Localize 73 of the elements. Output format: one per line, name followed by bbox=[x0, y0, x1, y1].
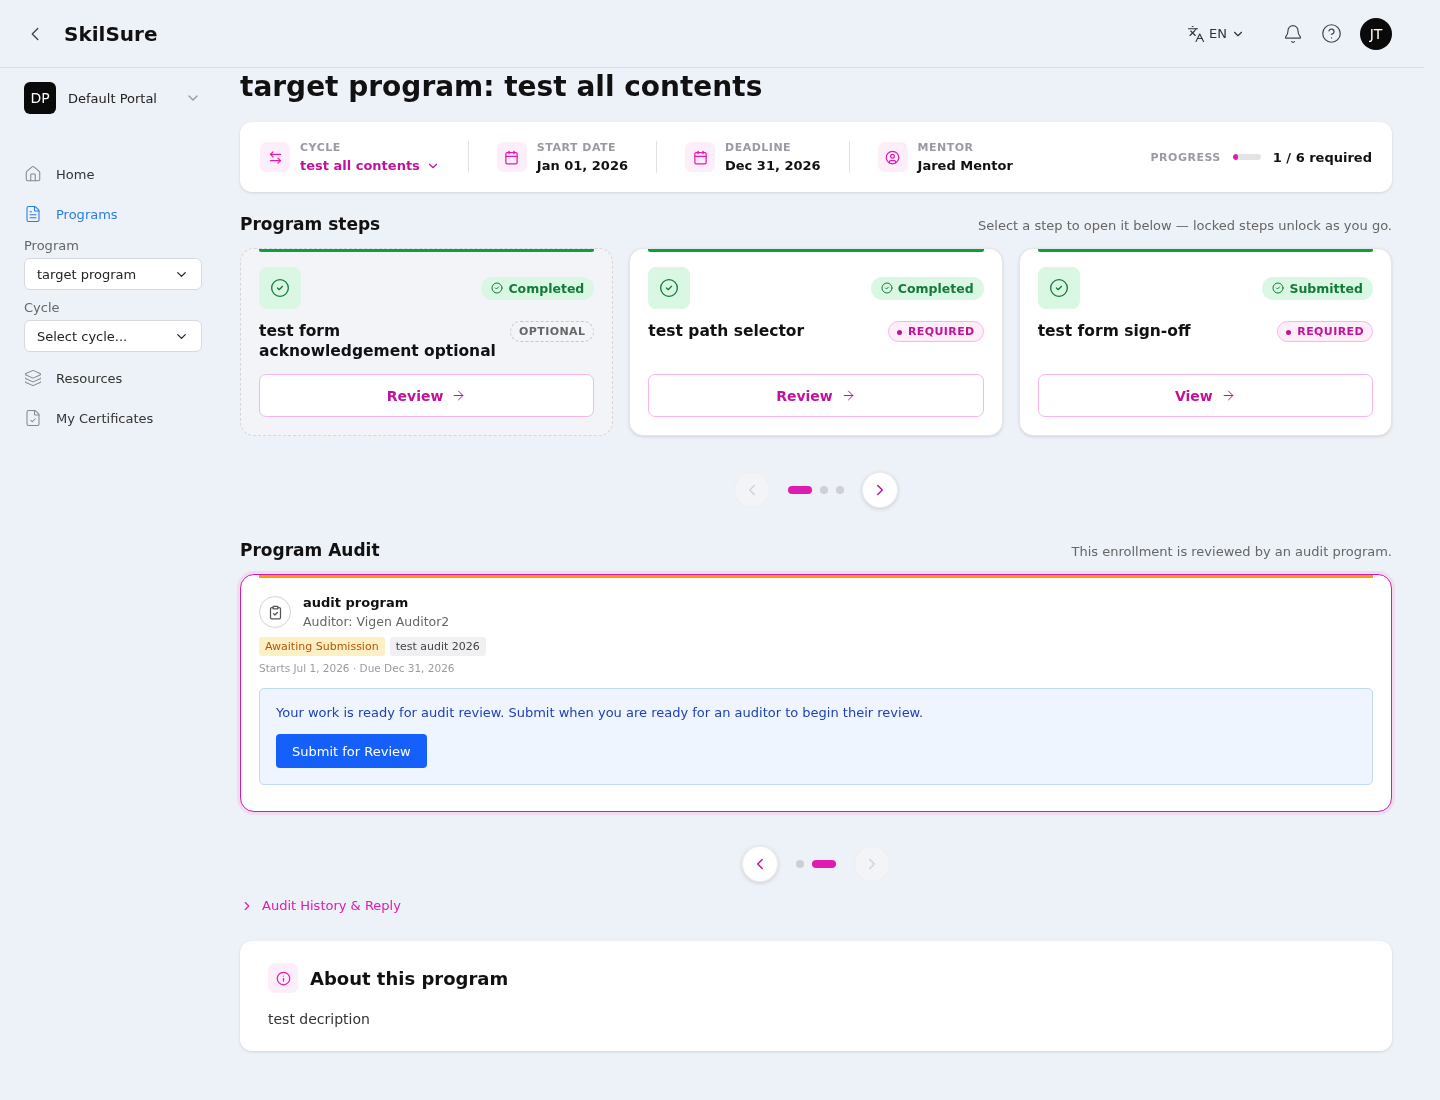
progress-reading: 1 / 6 required bbox=[1272, 149, 1372, 165]
step-card[interactable]: Completed test form acknowledgement optional OPTIONAL Review bbox=[240, 248, 614, 436]
section-hint: Select a step to open it below — locked steps unlock as you go. bbox=[978, 218, 1392, 233]
section-hint: This enrollment is reviewed by an audit program. bbox=[1071, 544, 1392, 559]
filter-label: Cycle bbox=[24, 300, 61, 315]
about-title: About this program bbox=[310, 967, 509, 989]
audit-history-link[interactable]: Audit History & Reply bbox=[240, 898, 1392, 913]
arrow-right-icon bbox=[1220, 388, 1236, 403]
notice-text: Your work is ready for audit review. Submit when you are ready for an auditor to begin their review. bbox=[276, 705, 925, 720]
pager-dot[interactable] bbox=[796, 860, 804, 868]
step-action-button[interactable]: Review bbox=[648, 374, 984, 417]
info-label: MENTOR bbox=[917, 141, 975, 154]
step-card[interactable]: Submitted test form sign-off REQUIRED View bbox=[1018, 248, 1392, 436]
help-icon bbox=[1321, 23, 1342, 44]
home-icon bbox=[24, 165, 42, 183]
requirement-badge: REQUIRED bbox=[887, 321, 984, 342]
requirement-badge: REQUIRED bbox=[1277, 321, 1373, 342]
filter-label: Program bbox=[24, 238, 80, 253]
portal-switcher[interactable]: DP Default Portal bbox=[24, 82, 206, 114]
submit-for-review-button[interactable]: Submit for Review bbox=[276, 734, 427, 768]
info-value: Jared Mentor bbox=[917, 158, 1013, 173]
document-icon bbox=[24, 205, 42, 223]
auditor-name: Auditor: Vigen Auditor2 bbox=[303, 614, 450, 629]
layers-icon bbox=[24, 369, 42, 387]
status-badge: Submitted bbox=[1262, 276, 1373, 300]
bell-icon bbox=[1283, 23, 1303, 44]
about-text: test decription bbox=[268, 1011, 371, 1027]
progress-label: PROGRESS bbox=[1150, 150, 1221, 164]
info-value: Dec 31, 2026 bbox=[725, 158, 821, 173]
step-name: test form sign-off bbox=[1037, 321, 1191, 341]
calendar-icon bbox=[685, 142, 715, 172]
page-title: target program: test all contents bbox=[240, 70, 764, 104]
status-badge: Completed bbox=[870, 276, 984, 300]
user-icon bbox=[877, 142, 908, 172]
step-card[interactable]: Completed test path selector REQUIRED Review bbox=[629, 248, 1003, 436]
sidebar-nav-item[interactable]: Programs bbox=[24, 194, 206, 234]
arrow-right-icon bbox=[451, 388, 467, 403]
next-button[interactable] bbox=[862, 472, 898, 508]
sidebar-nav-item[interactable]: Home bbox=[24, 154, 206, 194]
step-action-button[interactable]: Review bbox=[259, 374, 595, 417]
status-badge: Completed bbox=[481, 276, 595, 300]
audit-tag: Awaiting Submission bbox=[259, 637, 385, 656]
language-selector[interactable]: EN bbox=[1181, 23, 1251, 44]
pager-dot[interactable] bbox=[836, 486, 844, 494]
pager-dot[interactable] bbox=[820, 486, 828, 494]
calendar-icon bbox=[496, 142, 527, 172]
audit-name: audit program bbox=[303, 595, 410, 610]
arrow-right-icon bbox=[840, 388, 856, 403]
step-action-button[interactable]: View bbox=[1037, 374, 1373, 417]
info-value: Jan 01, 2026 bbox=[536, 158, 628, 173]
sidebar-nav-item[interactable]: Resources bbox=[24, 358, 206, 398]
filter-select[interactable]: target program bbox=[24, 258, 202, 290]
filter-select[interactable]: Select cycle... bbox=[24, 320, 202, 352]
translate-icon bbox=[1187, 24, 1206, 43]
previous-button[interactable] bbox=[742, 846, 778, 882]
notifications-button[interactable] bbox=[1283, 23, 1303, 44]
swap-icon bbox=[260, 142, 290, 172]
step-name: test path selector bbox=[648, 321, 805, 341]
info-label: START DATE bbox=[536, 141, 618, 154]
audit-tag: test audit 2026 bbox=[389, 637, 486, 656]
step-name: test form acknowledgement optional bbox=[259, 321, 497, 361]
user-avatar[interactable]: JT bbox=[1360, 17, 1392, 50]
audit-dates: Starts Jul 1, 2026 · Due Dec 31, 2026 bbox=[259, 662, 456, 674]
info-icon bbox=[268, 963, 298, 993]
help-button[interactable] bbox=[1321, 23, 1342, 44]
section-title: Program Audit bbox=[240, 540, 380, 560]
info-label: DEADLINE bbox=[725, 141, 793, 154]
brand-name: SkilSure bbox=[64, 21, 158, 46]
document-check-icon bbox=[24, 409, 42, 427]
cycle-selector[interactable]: test all contents bbox=[300, 158, 440, 173]
info-label: CYCLE bbox=[300, 141, 342, 154]
section-title: Program steps bbox=[240, 214, 381, 234]
sidebar-nav-item[interactable]: My Certificates bbox=[24, 398, 206, 438]
